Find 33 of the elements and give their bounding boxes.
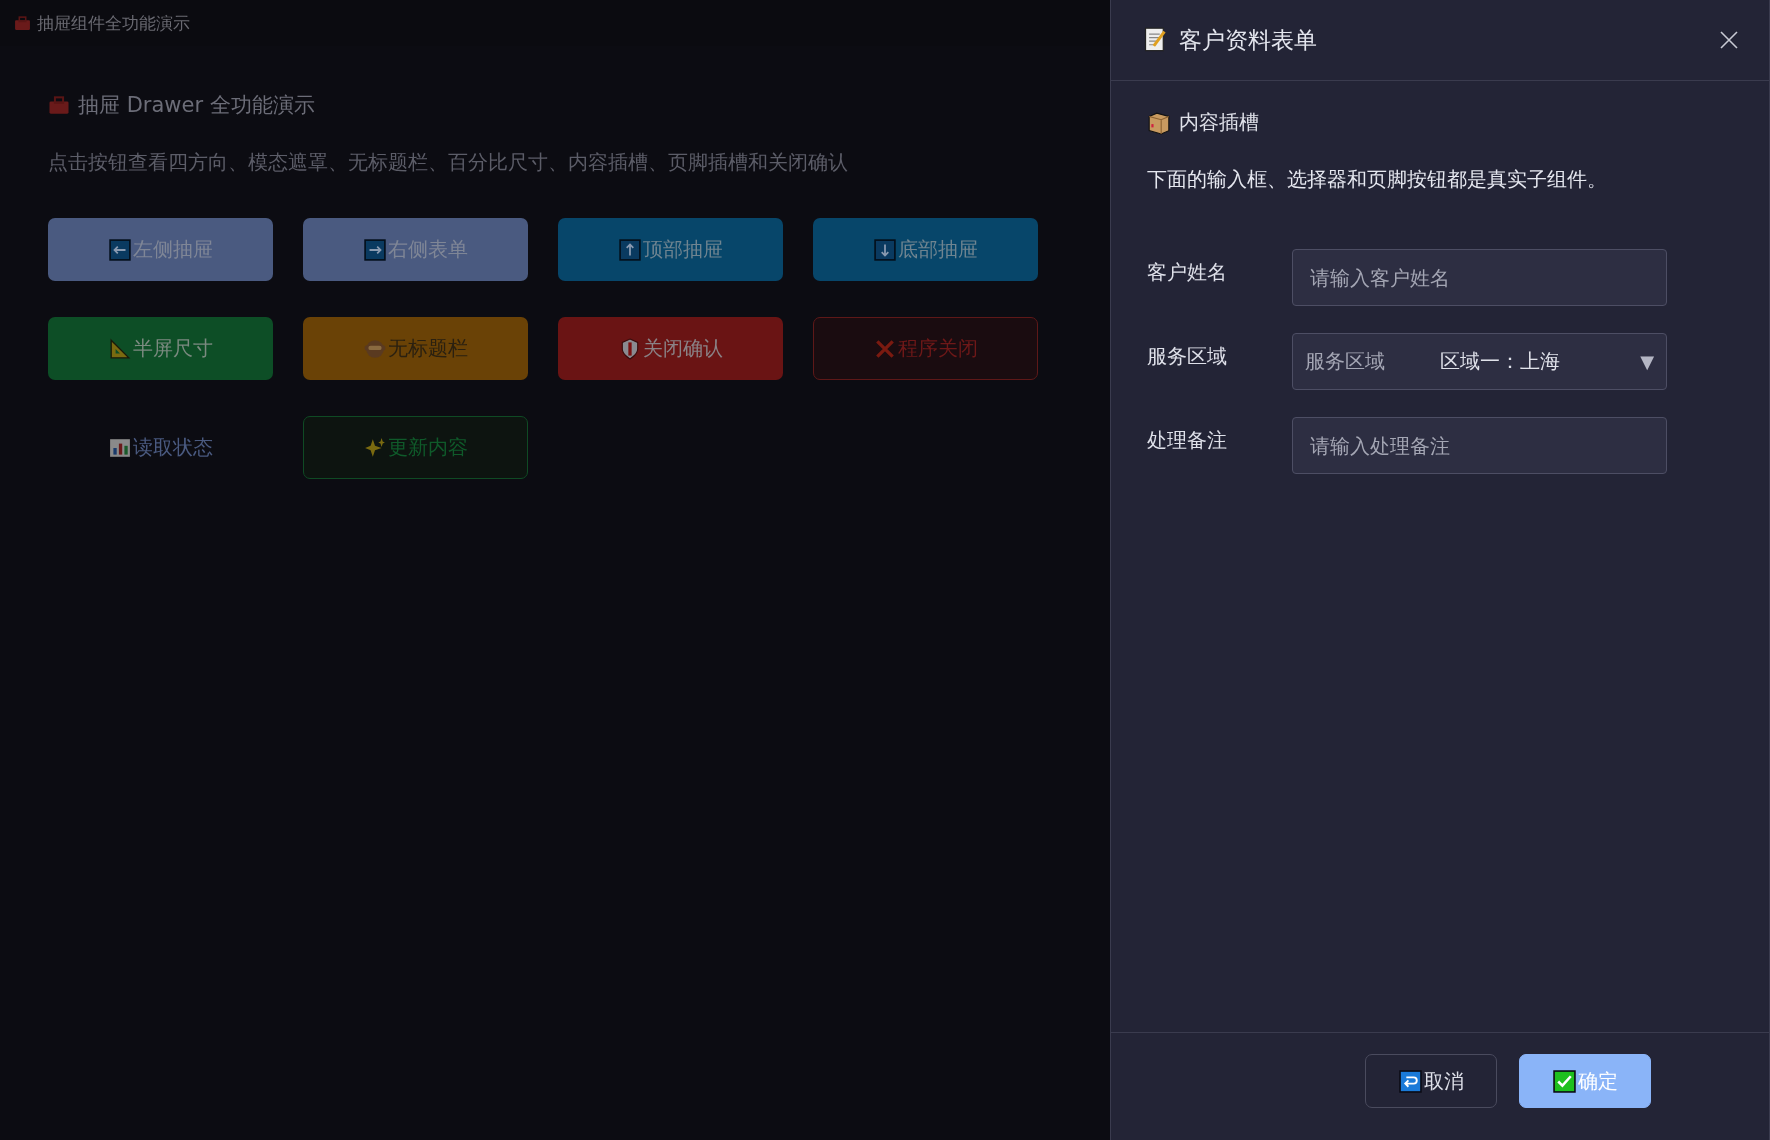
sparkle-icon (363, 436, 386, 459)
footer-button[interactable]: 确定 (1519, 1054, 1651, 1108)
page-description: 点击按钮查看四方向、模态遮罩、无标题栏、百分比尺寸、内容插槽、页脚插槽和关闭确认 (48, 149, 849, 176)
input-field[interactable]: 请输入客户姓名 (1292, 249, 1667, 306)
demo-button[interactable]: 底部抽屉 (813, 218, 1038, 281)
drawer-title: 客户资料表单 (1179, 25, 1318, 55)
memo-icon (1143, 27, 1167, 53)
demo-button[interactable]: 读取状态 (48, 416, 273, 479)
toolbox-icon (14, 15, 31, 31)
ruler-icon (108, 337, 131, 360)
section-title: 内容插槽 (1179, 109, 1259, 136)
demo-button[interactable]: 更新内容 (303, 416, 528, 479)
toolbox-icon (48, 95, 70, 115)
window-title: 抽屉组件全功能演示 (37, 11, 190, 35)
demo-button[interactable]: 程序关闭 (813, 317, 1038, 380)
page-heading: 抽屉 Drawer 全功能演示 (78, 92, 315, 119)
intro-text: 下面的输入框、选择器和页脚按钮都是真实子组件。 (1147, 166, 1608, 193)
package-icon (1147, 110, 1171, 135)
check-icon (1552, 1069, 1576, 1093)
select-field[interactable]: 服务区域 区域一：上海 ▼ (1292, 333, 1667, 390)
field-label: 处理备注 (1147, 427, 1228, 454)
footer-button[interactable]: 取消 (1365, 1054, 1497, 1108)
bar-chart-icon (108, 436, 131, 459)
field-label: 服务区域 (1147, 343, 1228, 370)
return-icon (1398, 1069, 1422, 1093)
field-label: 客户姓名 (1147, 259, 1228, 286)
demo-button[interactable]: 关闭确认 (558, 317, 783, 380)
demo-button[interactable]: 无标题栏 (303, 317, 528, 380)
input-field[interactable]: 请输入处理备注 (1292, 417, 1667, 474)
close-icon[interactable] (1719, 30, 1739, 50)
cross-icon (873, 337, 896, 360)
demo-button[interactable]: 顶部抽屉 (558, 218, 783, 281)
demo-button[interactable]: 半屏尺寸 (48, 317, 273, 380)
